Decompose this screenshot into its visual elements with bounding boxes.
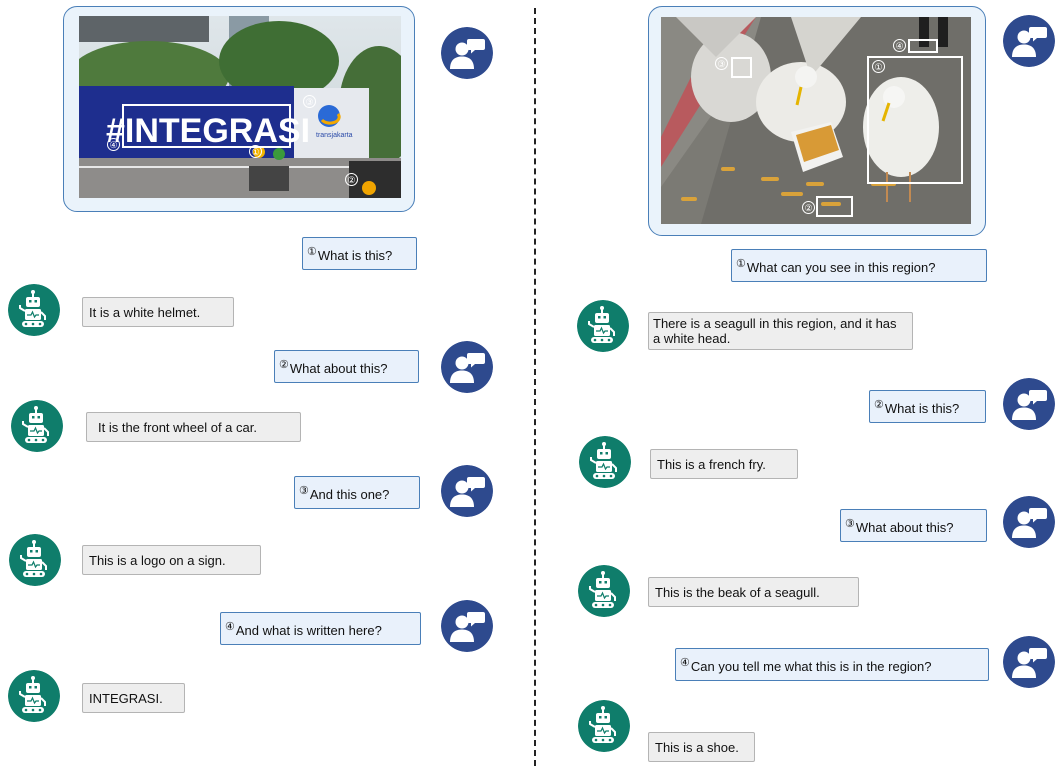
question-number: ④: [225, 621, 235, 633]
user-chat-icon: [441, 341, 493, 393]
robot-avatar: [577, 300, 629, 352]
robot-icon: [577, 300, 629, 352]
question-bubble: ①What is this?: [302, 237, 417, 270]
user-avatar: [1003, 15, 1055, 67]
robot-icon: [578, 565, 630, 617]
user-avatar: [441, 600, 493, 652]
answer-bubble: There is a seagull in this region, and i…: [648, 312, 913, 350]
robot-avatar: [11, 400, 63, 452]
question-text: What is this?: [317, 248, 393, 263]
question-number: ①: [736, 258, 746, 270]
user-avatar: [441, 341, 493, 393]
robot-icon: [8, 284, 60, 336]
robot-icon: [579, 436, 631, 488]
user-avatar: [441, 465, 493, 517]
question-number: ②: [874, 399, 884, 411]
user-chat-icon: [441, 27, 493, 79]
region-box-2: [816, 196, 853, 217]
question-bubble: ②What about this?: [274, 350, 419, 383]
region-box-1: [867, 56, 963, 184]
user-chat-icon: [1003, 378, 1055, 430]
question-number: ①: [307, 246, 317, 258]
user-avatar: [1003, 636, 1055, 688]
panel-divider: [534, 8, 536, 766]
robot-avatar: [578, 565, 630, 617]
region-box-4: [908, 39, 938, 53]
question-text: Can you tell me what this is in the regi…: [690, 659, 932, 674]
region-marker-2: ②: [802, 201, 815, 214]
question-number: ②: [279, 359, 289, 371]
answer-bubble: This is a logo on a sign.: [82, 545, 261, 575]
robot-icon: [8, 670, 60, 722]
question-text: And this one?: [309, 487, 390, 502]
question-bubble: ④Can you tell me what this is in the reg…: [675, 648, 989, 681]
question-text: What can you see in this region?: [746, 260, 936, 275]
user-chat-icon: [441, 465, 493, 517]
region-box-4: [122, 104, 291, 148]
region-marker-2: ②: [345, 173, 358, 186]
region-marker-4: ④: [893, 39, 906, 52]
question-number: ③: [845, 518, 855, 530]
user-avatar: [441, 27, 493, 79]
question-number: ③: [299, 485, 309, 497]
user-chat-icon: [1003, 636, 1055, 688]
robot-avatar: [579, 436, 631, 488]
question-text: What is this?: [884, 401, 960, 416]
question-bubble: ①What can you see in this region?: [731, 249, 987, 282]
question-bubble: ③What about this?: [840, 509, 987, 542]
robot-icon: [9, 534, 61, 586]
question-bubble: ②What is this?: [869, 390, 986, 423]
user-avatar: [1003, 496, 1055, 548]
user-chat-icon: [1003, 15, 1055, 67]
answer-bubble: INTEGRASI.: [82, 683, 185, 713]
robot-avatar: [9, 534, 61, 586]
answer-bubble: This is a french fry.: [650, 449, 798, 479]
logo-text: transjakarta: [316, 132, 353, 139]
region-marker-4: ④: [107, 138, 120, 151]
question-bubble: ④And what is written here?: [220, 612, 421, 645]
answer-bubble: This is a shoe.: [648, 732, 755, 762]
question-number: ④: [680, 657, 690, 669]
robot-avatar: [578, 700, 630, 752]
region-marker-3: ③: [715, 57, 728, 70]
robot-avatar: [8, 670, 60, 722]
answer-bubble: It is a white helmet.: [82, 297, 234, 327]
answer-bubble: It is the front wheel of a car.: [86, 412, 301, 442]
region-box-3: [731, 57, 752, 78]
question-bubble: ③And this one?: [294, 476, 420, 509]
question-text: What about this?: [289, 361, 388, 376]
user-avatar: [1003, 378, 1055, 430]
question-text: And what is written here?: [235, 623, 382, 638]
question-text: What about this?: [855, 520, 954, 535]
region-marker-3: ③: [303, 95, 316, 108]
user-chat-icon: [1003, 496, 1055, 548]
region-marker-1: ①: [872, 60, 885, 73]
answer-bubble: This is the beak of a seagull.: [648, 577, 859, 607]
robot-icon: [11, 400, 63, 452]
robot-icon: [578, 700, 630, 752]
user-chat-icon: [441, 600, 493, 652]
robot-avatar: [8, 284, 60, 336]
region-marker-1: ①: [249, 145, 262, 158]
